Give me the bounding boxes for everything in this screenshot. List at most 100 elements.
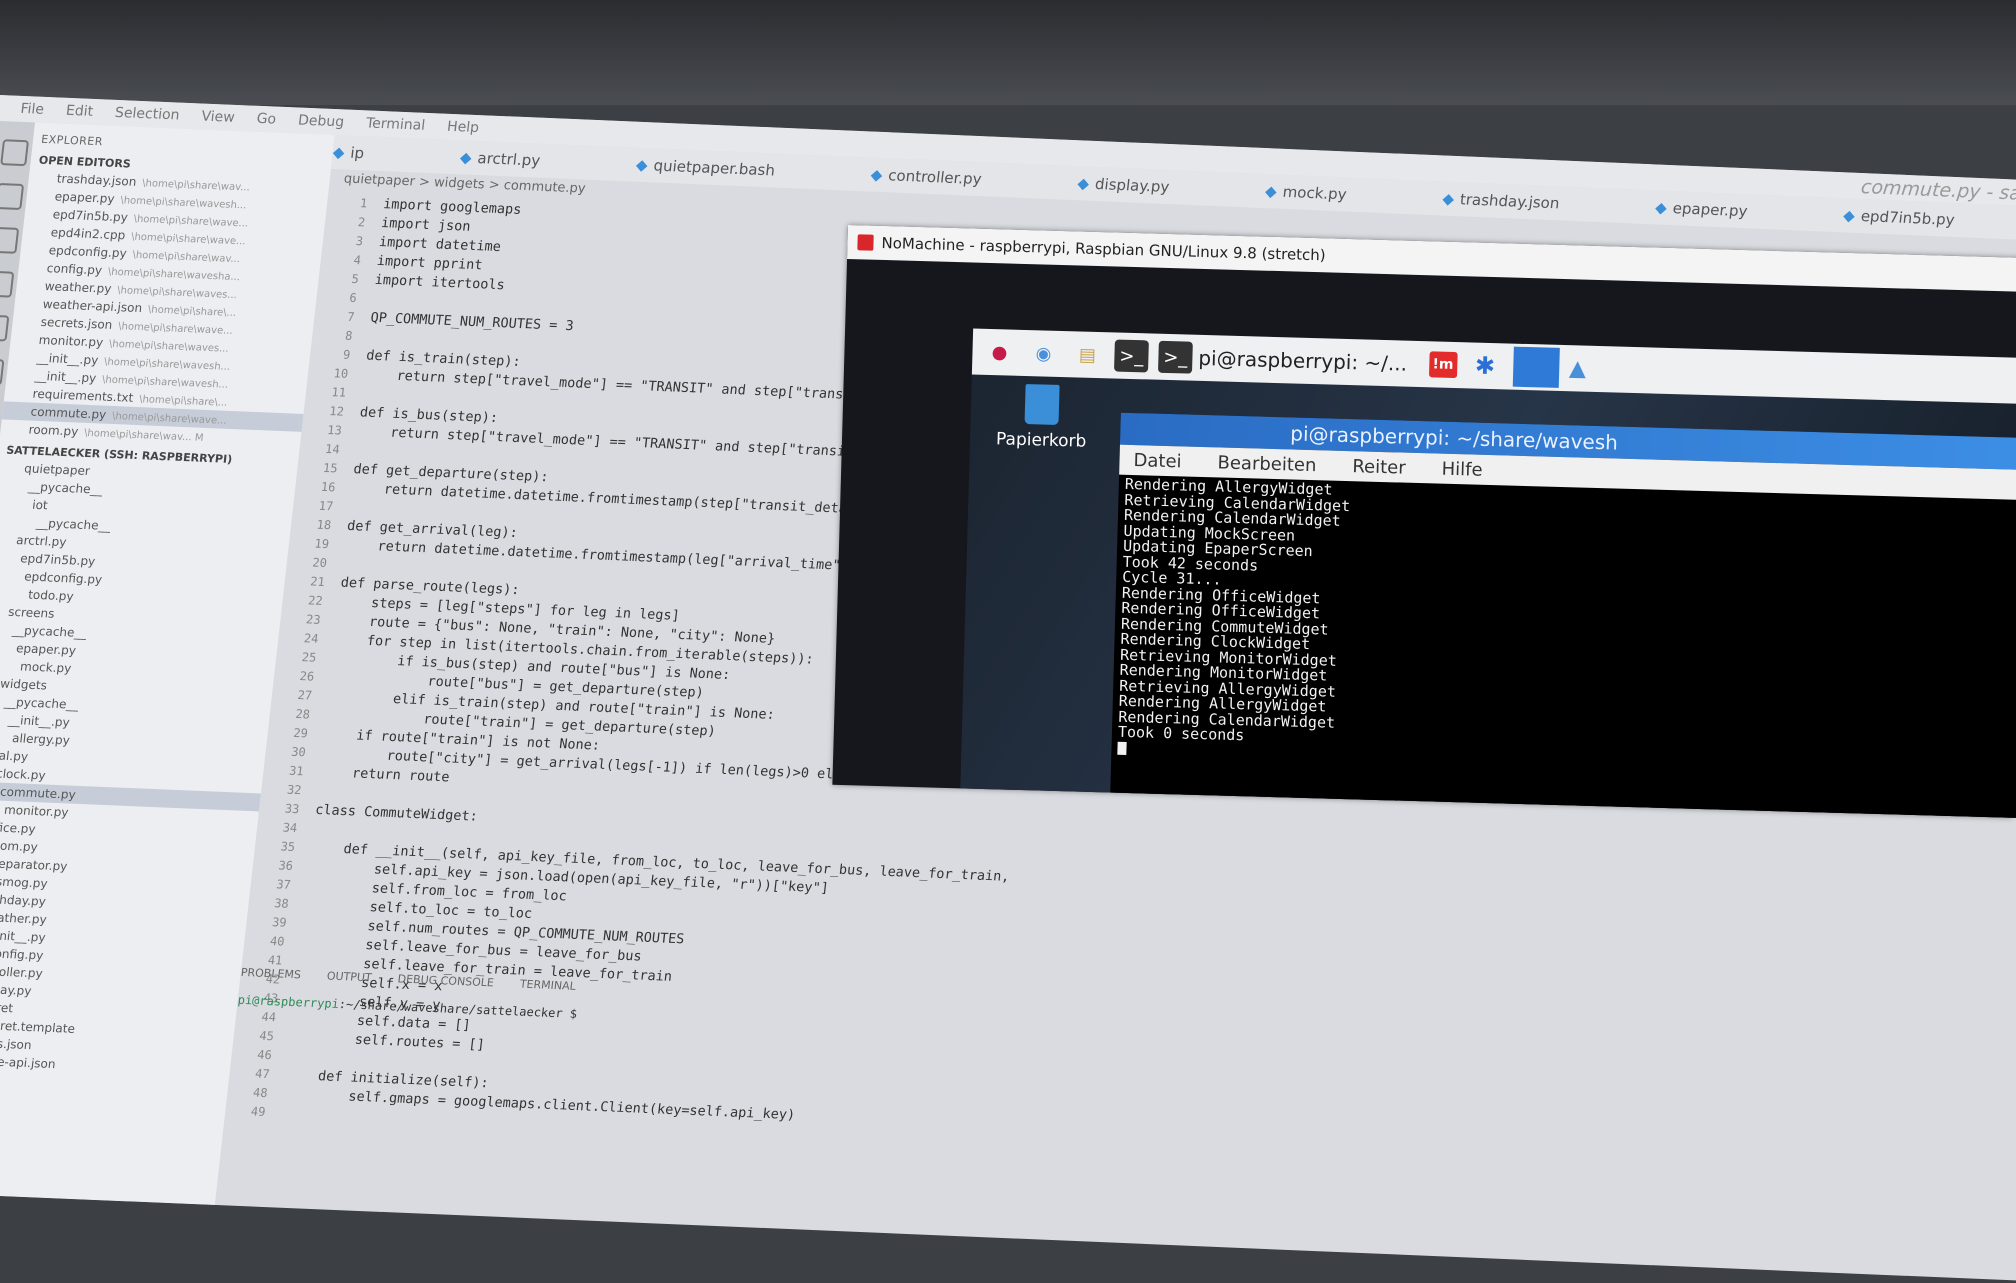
open-editor-name: epd7in5b.py	[52, 207, 129, 225]
open-editor-name: epdconfig.py	[48, 243, 128, 261]
editor-tab[interactable]: ◆ ip	[332, 143, 413, 164]
line-number: 4	[352, 252, 362, 268]
open-editor-name: config.py	[46, 261, 103, 278]
bluetooth-icon[interactable]: ✱	[1475, 352, 1496, 381]
open-editor-name: trashday.json	[56, 171, 138, 189]
open-editor-name: weather.py	[44, 279, 113, 296]
file-manager-folder-icon[interactable]: ▤	[1070, 338, 1105, 371]
files-icon[interactable]	[0, 139, 30, 167]
menu-item-edit[interactable]: Edit	[65, 103, 94, 120]
line-number: 14	[324, 441, 341, 457]
panel-tab-problems[interactable]: PROBLEMS	[240, 966, 301, 981]
open-editor-name: __init__.py	[35, 350, 100, 368]
menu-item-view[interactable]: View	[201, 108, 236, 125]
terminal-menu-reiter[interactable]: Reiter	[1352, 456, 1406, 478]
python-file-icon: ◆	[1842, 206, 1856, 225]
editor-tab[interactable]: ◆ quietpaper.bash	[635, 156, 824, 182]
nomachine-tray-icon[interactable]: !m	[1428, 351, 1458, 379]
editor-tab-label: arctrl.py	[476, 149, 542, 170]
line-number: 3	[355, 234, 364, 249]
line-number: 30	[290, 744, 307, 760]
remote-explorer-icon[interactable]	[0, 358, 5, 386]
menu-item-debug[interactable]: Debug	[297, 113, 345, 131]
nomachine-window[interactable]: NoMachine - raspberrypi, Raspbian GNU/Li…	[832, 225, 2016, 819]
python-file-icon: ◆	[1654, 198, 1668, 217]
trash-desktop-icon[interactable]: Papierkorb	[995, 383, 1088, 452]
line-number: 45	[258, 1028, 275, 1044]
line-number: 35	[279, 839, 296, 854]
extensions-icon[interactable]	[0, 314, 10, 342]
line-number: 16	[320, 479, 337, 495]
terminal-menu-bearbeiten[interactable]: Bearbeiten	[1217, 452, 1316, 476]
open-editor-name: monitor.py	[38, 332, 104, 350]
open-editor-name: epaper.py	[54, 189, 116, 206]
editor-tab-label: display.py	[1094, 174, 1171, 197]
panel-tab-debug-console[interactable]: DEBUG CONSOLE	[397, 972, 495, 989]
line-number: 34	[281, 820, 298, 836]
python-file-icon: ◆	[1441, 189, 1456, 208]
line-number: 7	[346, 309, 356, 325]
line-number: 17	[318, 498, 335, 514]
line-number: 46	[256, 1047, 273, 1063]
editor-tab[interactable]: ◆ trashday.json	[1441, 190, 1608, 215]
trash-label: Papierkorb	[995, 429, 1087, 452]
editor-tab[interactable]: ◆ arctrl.py	[459, 148, 589, 171]
menu-item-go[interactable]: Go	[256, 111, 277, 128]
line-number: 2	[357, 215, 366, 230]
line-number: 8	[344, 328, 354, 343]
open-editor-name: epd4in2.cpp	[50, 225, 127, 243]
source-control-icon[interactable]	[0, 226, 20, 254]
taskbar-terminal-label[interactable]: pi@raspberrypi: ~/...	[1198, 346, 1407, 376]
debug-icon[interactable]	[0, 270, 15, 298]
menu-item-file[interactable]: File	[20, 101, 45, 118]
terminal-menu-datei[interactable]: Datei	[1133, 450, 1182, 472]
line-number: 32	[286, 782, 303, 798]
line-number: 15	[322, 460, 339, 476]
editor-tab-label: trashday.json	[1459, 190, 1561, 213]
terminal-task-icon[interactable]: >_	[1157, 340, 1193, 374]
remote-desktop[interactable]: ● ◉ ▤ >_ >_ pi@raspberrypi: ~/... !m ✱ ▲…	[960, 328, 2016, 819]
open-editor-name: weather-api.json	[42, 297, 143, 316]
line-number: 37	[275, 877, 292, 892]
python-file-icon: ◆	[331, 143, 346, 162]
menu-item-terminal[interactable]: Terminal	[365, 115, 426, 133]
editor-tab-label: mock.py	[1281, 182, 1348, 204]
raspberry-menu-icon[interactable]: ●	[982, 336, 1017, 369]
line-number: 11	[330, 385, 347, 400]
editor-tab[interactable]: ◆ display.py	[1077, 174, 1219, 198]
volume-icon[interactable]: ▲	[1569, 356, 1587, 381]
nomachine-logo-icon	[857, 234, 874, 251]
line-number: 47	[254, 1066, 271, 1082]
terminal-cursor	[1117, 741, 1127, 755]
editor-tab[interactable]: ◆ controller.py	[870, 166, 1031, 191]
terminal-menu-hilfe[interactable]: Hilfe	[1441, 458, 1483, 480]
editor-tab[interactable]: ◆ mock.py	[1264, 182, 1395, 205]
editor-tab[interactable]: ◆ epd7in5b.py	[1842, 206, 2003, 231]
editor-tab[interactable]: ◆ epaper.py	[1654, 198, 1796, 222]
menu-item-help[interactable]: Help	[446, 119, 480, 136]
browser-globe-icon[interactable]: ◉	[1026, 337, 1061, 370]
line-number: 21	[309, 574, 326, 590]
line-number: 6	[348, 290, 358, 306]
terminal-output[interactable]: Rendering AllergyWidget Retrieving Calend…	[1111, 475, 2016, 784]
line-number: 23	[305, 612, 322, 627]
search-icon[interactable]	[0, 183, 25, 210]
line-number: 5	[350, 271, 360, 287]
line-number: 28	[294, 706, 311, 722]
line-number: 13	[326, 423, 343, 438]
line-number: 20	[311, 555, 328, 571]
terminal-launcher-icon[interactable]: >_	[1114, 339, 1149, 373]
trash-bin-icon	[1024, 384, 1060, 425]
lxterminal-window[interactable]: pi@raspberrypi: ~/share/wavesh Datei Bear…	[1110, 412, 2016, 819]
open-editor-name: secrets.json	[40, 314, 114, 332]
menu-item-selection[interactable]: Selection	[114, 105, 180, 124]
panel-tab-terminal[interactable]: TERMINAL	[519, 978, 576, 993]
python-file-icon: ◆	[869, 165, 884, 184]
panel-tab-output[interactable]: OUTPUT	[326, 969, 372, 984]
line-number: 29	[292, 725, 309, 741]
network-icon[interactable]	[1512, 346, 1560, 388]
line-number: 27	[296, 688, 313, 703]
open-editor-name: room.py	[27, 422, 80, 439]
python-file-icon: ◆	[1264, 182, 1278, 201]
line-number: 12	[328, 404, 345, 419]
